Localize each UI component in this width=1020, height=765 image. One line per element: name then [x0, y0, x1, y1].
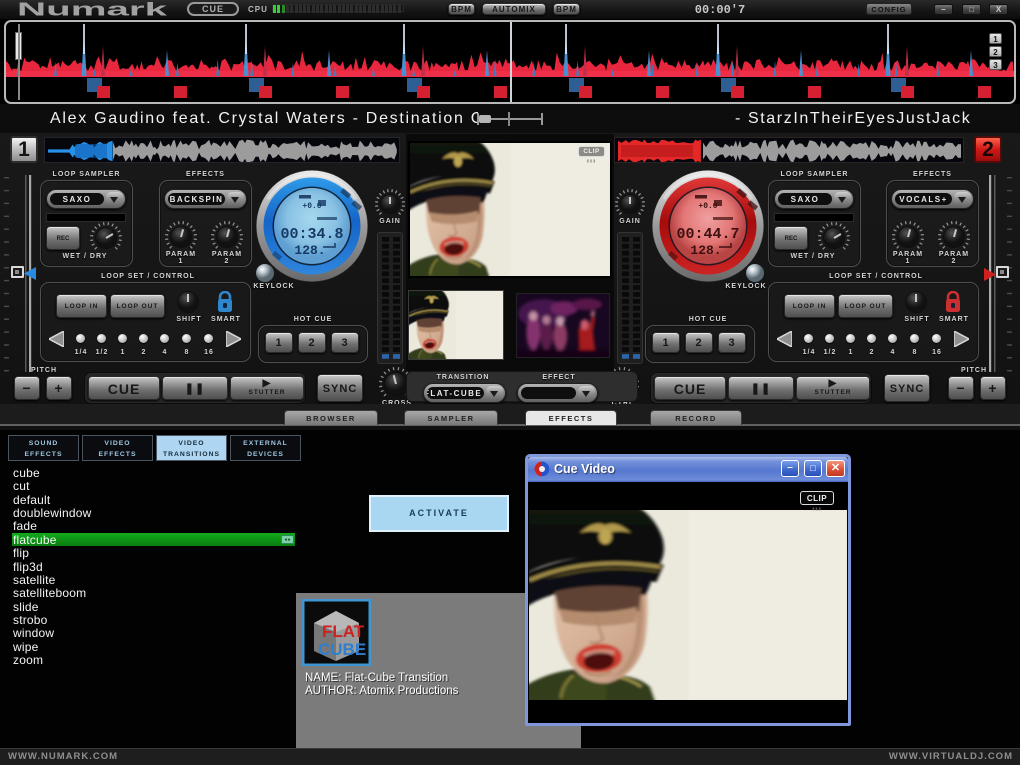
svg-text:Numark: Numark	[17, 0, 169, 19]
svg-text:00:44.7: 00:44.7	[676, 226, 739, 243]
svg-text:CUBE: CUBE	[318, 640, 366, 659]
svg-text:128.: 128.	[690, 243, 721, 258]
svg-text:FLAT: FLAT	[322, 622, 365, 641]
svg-text:128.: 128.	[294, 243, 325, 258]
svg-text:00:34.8: 00:34.8	[280, 226, 343, 243]
